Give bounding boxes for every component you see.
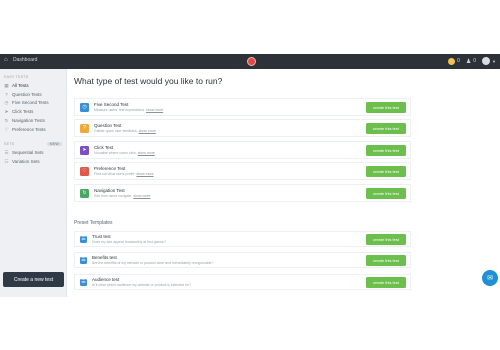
- sidebar-item-variation-sets[interactable]: ☷ Variation Sets: [0, 157, 66, 166]
- sidebar-section-tests: EASY TESTS: [0, 75, 66, 79]
- sidebar: EASY TESTS ▦ All Tests ? Question Tests …: [0, 69, 67, 297]
- show-more-link[interactable]: show more: [146, 108, 163, 112]
- sidebar-section-label: EASY TESTS: [4, 75, 29, 79]
- test-description: Find out what users prefer.: [94, 171, 136, 176]
- create-test-button[interactable]: create this test: [366, 144, 406, 156]
- sidebar-item-five-second-tests[interactable]: ◷ Five Second Tests: [0, 98, 66, 107]
- sidebar-item-label: Navigation Tests: [12, 118, 45, 123]
- sidebar-section-label: SETS: [4, 142, 15, 146]
- avatar: [482, 57, 491, 65]
- show-more-link[interactable]: show more: [133, 194, 150, 198]
- sidebar-item-label: Preference Tests: [12, 127, 46, 132]
- test-card-click: ➤ Click Test Visualise where users click…: [74, 141, 411, 159]
- dashboard-label: Dashboard: [13, 57, 38, 63]
- sidebar-item-click-tests[interactable]: ➤ Click Tests: [0, 107, 66, 116]
- clock-icon: ◷: [4, 99, 9, 105]
- sidebar-item-sequential-sets[interactable]: ☰ Sequential Sets: [0, 148, 66, 157]
- preset-card-trust: ☰ Trust test Does my site appear trustwo…: [74, 231, 411, 247]
- create-test-button[interactable]: create this test: [366, 122, 406, 134]
- preset-card-audience: ☰ Audience test Is it clear which audien…: [74, 274, 411, 290]
- question-icon: ?: [80, 123, 89, 133]
- template-icon: ☰: [80, 256, 87, 264]
- preset-card-benefits: ☰ Benefits test Are the benefits of my w…: [74, 252, 411, 268]
- create-test-button[interactable]: create this test: [366, 101, 406, 113]
- cursor-icon: ➤: [4, 108, 9, 114]
- sidebar-item-navigation-tests[interactable]: ↻ Navigation Tests: [0, 116, 66, 125]
- credits-b-count: 0: [473, 58, 477, 64]
- topbar-actions: 0 ♟ 0 ▼: [448, 57, 496, 65]
- sidebar-section-sets: SETS NEW: [0, 142, 66, 146]
- dashboard-link[interactable]: ⌂ Dashboard: [4, 57, 37, 63]
- sidebar-item-preference-tests[interactable]: ♡ Preference Tests: [0, 125, 66, 134]
- show-more-link[interactable]: show more: [136, 172, 153, 176]
- list-icon: ☰: [4, 149, 9, 155]
- create-test-button[interactable]: create this test: [366, 276, 406, 288]
- credits-a[interactable]: 0: [448, 57, 460, 65]
- new-badge: NEW: [46, 142, 62, 146]
- clock-icon: ◷: [80, 102, 89, 112]
- preset-description: Is it clear which audience my website or…: [92, 282, 192, 287]
- brand-logo[interactable]: [247, 57, 256, 66]
- preset-description: Are the benefits of my website or produc…: [92, 260, 214, 265]
- test-card-question: ? Question Test Gather quick user feedba…: [74, 119, 411, 137]
- question-icon: ?: [5, 91, 8, 97]
- sidebar-item-label: Click Tests: [12, 109, 34, 114]
- test-card-navigation: ↻ Navigation Test See how users navigate…: [74, 184, 411, 202]
- coin-icon: [448, 57, 456, 65]
- chevron-down-icon: ▼: [492, 58, 496, 64]
- grid-icon: ▦: [4, 82, 9, 88]
- heart-icon: ♡: [80, 166, 89, 176]
- chat-button[interactable]: ✉: [482, 270, 498, 286]
- test-card-preference: ♡ Preference Test Find out what users pr…: [74, 162, 411, 180]
- top-bar: ⌂ Dashboard 0 ♟ 0 ▼: [0, 54, 500, 69]
- sidebar-item-label: Sequential Sets: [12, 150, 44, 155]
- create-test-button[interactable]: create this test: [366, 233, 406, 245]
- test-description: Measure users' first impressions.: [94, 107, 146, 112]
- sidebar-item-all-tests[interactable]: ▦ All Tests: [0, 81, 66, 90]
- show-more-link[interactable]: show more: [139, 129, 156, 133]
- page-title: What type of test would you like to run?: [74, 76, 223, 86]
- heart-icon: ♡: [4, 126, 9, 132]
- template-icon: ☰: [80, 278, 87, 286]
- test-description: Gather quick user feedback.: [94, 128, 138, 133]
- create-test-button[interactable]: create this test: [366, 254, 406, 266]
- sidebar-item-question-tests[interactable]: ? Question Tests: [0, 90, 66, 98]
- sidebar-item-label: Question Tests: [12, 91, 42, 97]
- preset-description: Does my site appear trustworthy at first…: [92, 239, 166, 244]
- create-new-test-button[interactable]: Create a new test: [3, 272, 64, 287]
- credits-b[interactable]: ♟ 0: [466, 58, 476, 65]
- navigation-icon: ↻: [80, 188, 89, 198]
- main-content: What type of test would you like to run?…: [67, 69, 500, 297]
- create-test-button[interactable]: create this test: [366, 165, 406, 177]
- create-test-button[interactable]: create this test: [366, 187, 406, 199]
- account-menu[interactable]: ▼: [482, 57, 496, 65]
- sidebar-item-label: Variation Sets: [12, 159, 40, 164]
- sidebar-item-label: Five Second Tests: [12, 100, 49, 105]
- preset-templates-heading: Preset Templates: [74, 220, 113, 226]
- chat-icon: ✉: [487, 275, 493, 282]
- people-icon: ♟: [465, 58, 472, 65]
- navigation-icon: ↻: [4, 117, 9, 123]
- test-description: Visualise where users click.: [94, 150, 137, 155]
- home-icon: ⌂: [4, 57, 8, 63]
- variation-icon: ☷: [4, 158, 9, 164]
- template-icon: ☰: [80, 235, 87, 243]
- test-description: See how users navigate.: [94, 193, 133, 198]
- test-card-five-second: ◷ Five Second Test Measure users' first …: [74, 98, 411, 116]
- show-more-link[interactable]: show more: [138, 151, 155, 155]
- credits-a-count: 0: [457, 58, 460, 64]
- sidebar-item-label: All Tests: [12, 83, 29, 88]
- cursor-icon: ➤: [80, 145, 89, 155]
